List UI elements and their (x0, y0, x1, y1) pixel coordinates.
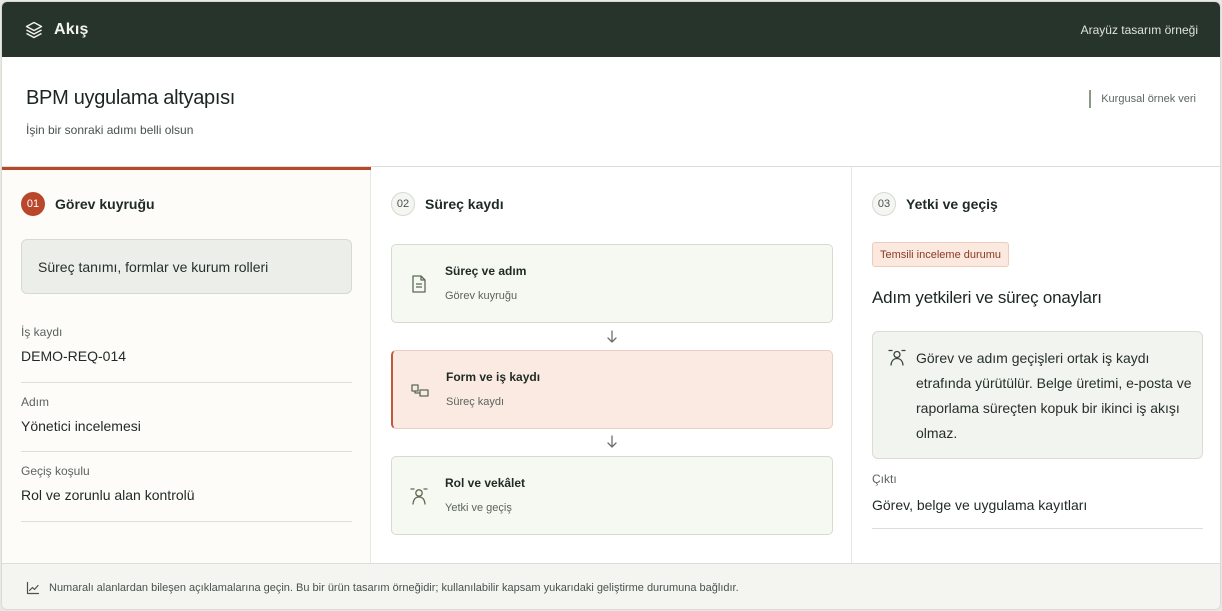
status-badge: Temsili inceleme durumu (872, 242, 1010, 267)
field-value: Yönetici incelemesi (21, 418, 141, 434)
step-card-form[interactable]: Form ve iş kaydı Süreç kaydı (391, 350, 833, 429)
step-title: Form ve iş kaydı (446, 370, 541, 384)
info-text: Görev ve adım geçişleri ortak iş kaydı e… (916, 350, 1192, 441)
step-number-badge: 01 (21, 192, 45, 216)
step-card-process[interactable]: Süreç ve adım Görev kuyruğu (391, 244, 833, 323)
top-bar: Akış Arayüz tasarım örneği (2, 2, 1220, 57)
scope-tag: Süreç tanımı, formlar ve kurum rolleri (21, 239, 352, 294)
field-transition-condition: Geçiş koşulu Rol ve zorunlu alan kontrol… (21, 464, 352, 522)
column-header-2[interactable]: 02 Süreç kaydı (391, 192, 504, 216)
column-title: Süreç kaydı (425, 196, 504, 212)
field-value: DEMO-REQ-014 (21, 348, 127, 364)
footer-text: Numaralı alanlardan bileşen açıklamaları… (49, 581, 739, 594)
page-subtitle: İşin bir sonraki adımı belli olsun (26, 123, 194, 137)
document-icon (410, 274, 428, 294)
process-record-column: 02 Süreç kaydı Süreç ve adım Görev kuyru… (371, 167, 852, 563)
app-frame: Akış Arayüz tasarım örneği BPM uygulama … (1, 1, 1221, 610)
output-value: Görev, belge ve uygulama kayıtları (872, 497, 1203, 529)
sample-data-note: Kurgusal örnek veri (1089, 90, 1196, 108)
field-work-record: İş kaydı DEMO-REQ-014 (21, 325, 352, 383)
page-title: BPM uygulama altyapısı (26, 87, 236, 109)
field-label: İş kaydı (21, 325, 63, 339)
step-card-role[interactable]: Rol ve vekâlet Yetki ve geçiş (391, 456, 833, 535)
arrow-down-icon (605, 329, 619, 345)
output-label: Çıktı (872, 472, 897, 486)
field-label: Adım (21, 395, 50, 409)
step-number-badge: 03 (872, 192, 896, 216)
step-title: Süreç ve adım (445, 264, 527, 278)
authority-column: 03 Yetki ve geçiş Temsili inceleme durum… (852, 167, 1220, 563)
topbar-caption: Arayüz tasarım örneği (1080, 22, 1198, 37)
active-column-indicator (2, 167, 371, 170)
task-queue-column: 01 Görev kuyruğu Süreç tanımı, formlar v… (2, 167, 371, 563)
step-number-badge: 02 (391, 192, 415, 216)
footer: Numaralı alanlardan bileşen açıklamaları… (2, 563, 1220, 609)
field-value: Rol ve zorunlu alan kontrolü (21, 487, 195, 503)
workflow-icon (411, 380, 429, 400)
brand[interactable]: Akış (24, 20, 89, 40)
layers-icon (24, 20, 44, 40)
step-subtitle: Görev kuyruğu (445, 290, 518, 302)
chart-trend-icon (26, 581, 40, 595)
step-title: Rol ve vekâlet (445, 476, 526, 490)
column-header-3[interactable]: 03 Yetki ve geçiş (872, 192, 998, 216)
info-box: Görev ve adım geçişleri ortak iş kaydı e… (872, 331, 1203, 459)
field-label: Geçiş koşulu (21, 464, 90, 478)
page-header: BPM uygulama altyapısı İşin bir sonraki … (2, 57, 1220, 167)
brand-name: Akış (54, 20, 89, 38)
arrow-down-icon (605, 434, 619, 450)
user-icon (410, 486, 428, 506)
step-subtitle: Yetki ve geçiş (445, 502, 512, 514)
column-header-1[interactable]: 01 Görev kuyruğu (21, 192, 155, 216)
user-icon (888, 348, 906, 366)
section-title: Adım yetkileri ve süreç onayları (872, 288, 1102, 307)
field-step: Adım Yönetici incelemesi (21, 395, 352, 452)
column-title: Yetki ve geçiş (906, 196, 998, 212)
step-subtitle: Süreç kaydı (446, 396, 505, 408)
column-title: Görev kuyruğu (55, 196, 155, 212)
